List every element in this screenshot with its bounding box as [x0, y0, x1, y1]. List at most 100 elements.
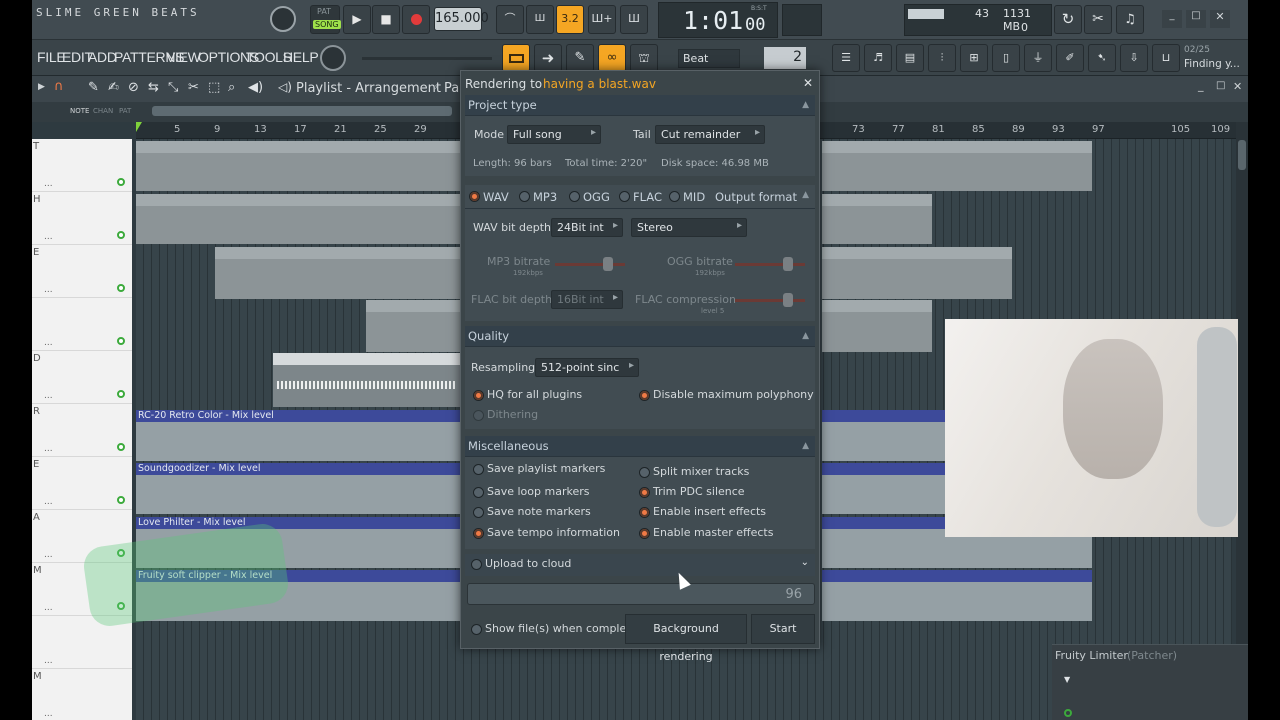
slip-tool-icon[interactable]: ⤡: [168, 80, 178, 95]
zoom-tool-icon[interactable]: ⌕: [228, 80, 235, 95]
trim-pdc-label[interactable]: Trim PDC silence: [653, 485, 745, 498]
dithering-label[interactable]: Dithering: [487, 408, 538, 421]
select-tool-icon[interactable]: ⬚: [208, 80, 220, 95]
playlist-markers-checkbox[interactable]: [473, 464, 484, 475]
limiter-menu-arrow[interactable]: ▼: [1064, 675, 1070, 684]
pattern-clip[interactable]: Pattern 1: [822, 141, 1092, 191]
close-button[interactable]: ✕: [1210, 10, 1230, 28]
project-button[interactable]: ▯: [992, 44, 1020, 72]
mp3-label[interactable]: MP3: [533, 190, 557, 204]
countdown-button[interactable]: 3.2: [556, 5, 584, 34]
track-header[interactable]: E...: [32, 245, 132, 298]
main-pitch-knob[interactable]: [320, 45, 346, 71]
track-enable-led[interactable]: [117, 390, 125, 398]
tempo-info-label[interactable]: Save tempo information: [487, 526, 620, 539]
automation-clip[interactable]: [822, 463, 946, 514]
pattern-clip[interactable]: 3 Pattern 3: [822, 247, 1012, 299]
limiter-power-led[interactable]: [1064, 709, 1072, 717]
flac-compression-slider[interactable]: [735, 293, 805, 307]
trim-pdc-checkbox[interactable]: [639, 487, 650, 498]
hq-plugins-label[interactable]: HQ for all plugins: [487, 388, 582, 401]
draw-tool-button[interactable]: ✎: [566, 44, 594, 72]
step-field[interactable]: 2: [764, 47, 806, 69]
automation-clip[interactable]: [822, 570, 1092, 621]
tempo-info-checkbox[interactable]: [473, 528, 484, 539]
fruity-limiter-window[interactable]: Fruity Limiter (Patcher) ▼: [1052, 644, 1248, 720]
undo-history-button[interactable]: ↻: [1054, 5, 1082, 34]
stop-button[interactable]: ■: [372, 5, 400, 34]
start-button[interactable]: Start: [751, 614, 815, 644]
dialog-close-button[interactable]: ✕: [803, 76, 813, 90]
sub-note[interactable]: NOTE: [70, 107, 89, 115]
track-enable-led[interactable]: [117, 178, 125, 186]
tempo-tap-button[interactable]: ✐: [1056, 44, 1084, 72]
browser-button[interactable]: ⊞: [960, 44, 988, 72]
note-markers-checkbox[interactable]: [473, 507, 484, 518]
automation-clip[interactable]: Soundgoodizer - Mix level: [136, 463, 466, 514]
pattern-clip[interactable]: Pattern 3: [374, 247, 466, 299]
loop-markers-label[interactable]: Save loop markers: [487, 485, 589, 498]
arrow-tool-button[interactable]: ➜: [534, 44, 562, 72]
track-header[interactable]: M...: [32, 669, 132, 720]
track-header[interactable]: T...: [32, 139, 132, 192]
hq-plugins-checkbox[interactable]: [473, 390, 484, 401]
loop-markers-checkbox[interactable]: [473, 487, 484, 498]
resampling-select[interactable]: 512-point sinc: [535, 358, 639, 377]
mode-select[interactable]: Full song: [507, 125, 601, 144]
track-enable-led[interactable]: [117, 284, 125, 292]
playlist-maximize[interactable]: □: [1216, 80, 1225, 91]
master-volume-knob[interactable]: [270, 6, 296, 32]
pencil-tool-icon[interactable]: ✎: [88, 80, 99, 95]
wav-label[interactable]: WAV: [483, 190, 509, 204]
upload-cloud-checkbox[interactable]: [471, 559, 482, 570]
metronome-button[interactable]: ⌒: [496, 5, 524, 34]
pattern-clip[interactable]: Pattern 4: [366, 300, 466, 352]
quality-header[interactable]: Quality ▲: [465, 326, 815, 347]
sub-chan[interactable]: CHAN: [93, 107, 113, 115]
show-files-label[interactable]: Show file(s) when complete: [485, 622, 637, 635]
flac-radio[interactable]: [619, 191, 630, 202]
pat-song-switch[interactable]: PAT SONG: [310, 5, 341, 34]
tail-select[interactable]: Cut remainder: [655, 125, 765, 144]
playlist-markers-label[interactable]: Save playlist markers: [487, 462, 605, 475]
record-button[interactable]: [402, 5, 430, 34]
maximize-button[interactable]: □: [1186, 10, 1206, 28]
piano-roll-button[interactable]: ♬: [864, 44, 892, 72]
menu-help[interactable]: HELP: [283, 49, 319, 65]
playback-tool-icon[interactable]: ◀): [248, 80, 263, 95]
track-enable-led[interactable]: [117, 337, 125, 345]
menu-add[interactable]: ADD: [88, 49, 117, 65]
master-effects-label[interactable]: Enable master effects: [653, 526, 773, 539]
track-header[interactable]: R...: [32, 404, 132, 457]
background-rendering-button[interactable]: Background rendering: [625, 614, 747, 663]
playlist-menu-arrow[interactable]: ▶: [38, 82, 45, 92]
playlist-close[interactable]: ✕: [1233, 80, 1242, 93]
mid-radio[interactable]: [669, 191, 680, 202]
disable-polyphony-checkbox[interactable]: [639, 390, 650, 401]
scroll-thumb[interactable]: [1238, 140, 1246, 170]
news-panel[interactable]: 02/25 Finding y...: [1182, 44, 1248, 74]
delete-tool-icon[interactable]: ⊘: [128, 80, 139, 95]
stamp-tool-button[interactable]: ⛫: [630, 44, 658, 72]
misc-header[interactable]: Miscellaneous ▲: [465, 436, 815, 457]
split-mixer-checkbox[interactable]: [639, 467, 650, 478]
mic-button[interactable]: ♫: [1116, 5, 1144, 34]
mid-label[interactable]: MID: [683, 190, 705, 204]
loop-record-button[interactable]: Ш: [620, 5, 648, 34]
download-button[interactable]: ⇩: [1120, 44, 1148, 72]
playlist-button[interactable]: ☰: [832, 44, 860, 72]
paint-tool-icon[interactable]: ✍: [108, 80, 119, 95]
track-enable-led[interactable]: [117, 443, 125, 451]
minimize-button[interactable]: _: [1162, 10, 1182, 28]
pattern-clip[interactable]: Pattern 1: [294, 141, 466, 191]
project-type-header[interactable]: Project type ▲: [465, 95, 815, 116]
wait-input-button[interactable]: Ш: [526, 5, 554, 34]
magnet-icon[interactable]: ∩: [54, 79, 64, 94]
mp3-bitrate-slider[interactable]: [555, 257, 625, 271]
flac-bit-depth-select[interactable]: 16Bit int: [551, 290, 623, 309]
mixer-button[interactable]: ⫶: [928, 44, 956, 72]
mute-tool-icon[interactable]: ⇆: [148, 80, 159, 95]
master-effects-checkbox[interactable]: [639, 528, 650, 539]
export-button[interactable]: ➷: [1088, 44, 1116, 72]
ogg-bitrate-slider[interactable]: [735, 257, 805, 271]
